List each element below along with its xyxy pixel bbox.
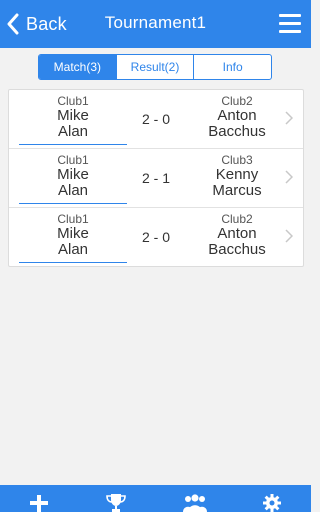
match-row[interactable]: Club1 Mike Alan 2 - 0 Club2 Anton Bacchu… (9, 208, 303, 266)
home-club: Club1 (57, 212, 89, 226)
home-club: Club1 (57, 153, 89, 167)
gear-icon[interactable] (262, 493, 282, 512)
away-player: Club2 Anton Bacchus (189, 94, 285, 140)
away-first-name: Kenny (215, 166, 259, 183)
away-last-name: Bacchus (208, 123, 266, 140)
home-first-name: Mike (57, 107, 89, 124)
home-last-name: Alan (57, 241, 89, 258)
tab-result[interactable]: Result(2) (115, 55, 194, 79)
match-row[interactable]: Club1 Mike Alan 2 - 0 Club2 Anton Bacchu… (9, 90, 303, 149)
home-club: Club1 (57, 94, 89, 108)
tab-info[interactable]: Info (193, 55, 271, 79)
away-first-name: Anton (217, 225, 257, 242)
tab-match[interactable]: Match(3) (39, 55, 116, 79)
home-underline (19, 262, 127, 263)
away-first-name: Anton (217, 107, 257, 124)
trophy-icon[interactable] (106, 493, 126, 512)
away-player: Club2 Anton Bacchus (189, 212, 285, 258)
home-last-name: Alan (57, 123, 89, 140)
chevron-right-icon (285, 170, 293, 184)
chevron-right-icon (285, 229, 293, 243)
plus-icon[interactable] (29, 493, 49, 512)
people-icon[interactable] (182, 493, 208, 512)
home-player: Club1 Mike Alan (19, 153, 127, 204)
home-underline (19, 203, 127, 204)
away-player: Club3 Kenny Marcus (189, 153, 285, 199)
away-club: Club3 (221, 153, 253, 167)
page-title: Tournament1 (104, 13, 207, 32)
match-score: 2 - 1 (141, 170, 170, 186)
home-underline (19, 144, 127, 145)
match-score: 2 - 0 (141, 229, 170, 245)
away-last-name: Bacchus (208, 241, 266, 258)
bottom-nav (0, 485, 311, 512)
match-row[interactable]: Club1 Mike Alan 2 - 1 Club3 Kenny Marcus (9, 149, 303, 208)
home-player: Club1 Mike Alan (19, 212, 127, 263)
top-bar: Back Tournament1 (0, 0, 311, 48)
chevron-right-icon (285, 111, 293, 125)
away-club: Club2 (221, 212, 253, 226)
match-list: Club1 Mike Alan 2 - 0 Club2 Anton Bacchu… (8, 89, 304, 267)
match-score: 2 - 0 (141, 111, 170, 127)
home-last-name: Alan (57, 182, 89, 199)
menu-icon[interactable] (279, 14, 301, 34)
away-club: Club2 (221, 94, 253, 108)
segmented-tabs: Match(3) Result(2) Info (38, 54, 272, 80)
home-player: Club1 Mike Alan (19, 94, 127, 145)
away-last-name: Marcus (212, 182, 262, 199)
home-first-name: Mike (57, 166, 89, 183)
home-first-name: Mike (57, 225, 89, 242)
